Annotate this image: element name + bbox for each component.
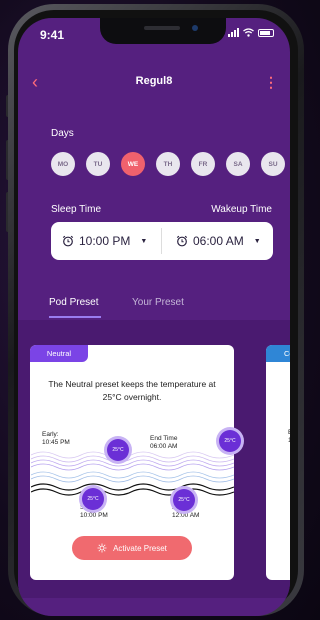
- preset-tag: Co: [266, 345, 290, 362]
- preset-card-cool[interactable]: Co Ea10: [266, 345, 290, 580]
- early-label: Ea10: [288, 429, 290, 444]
- next-card-clip: Co Ea10: [18, 18, 290, 616]
